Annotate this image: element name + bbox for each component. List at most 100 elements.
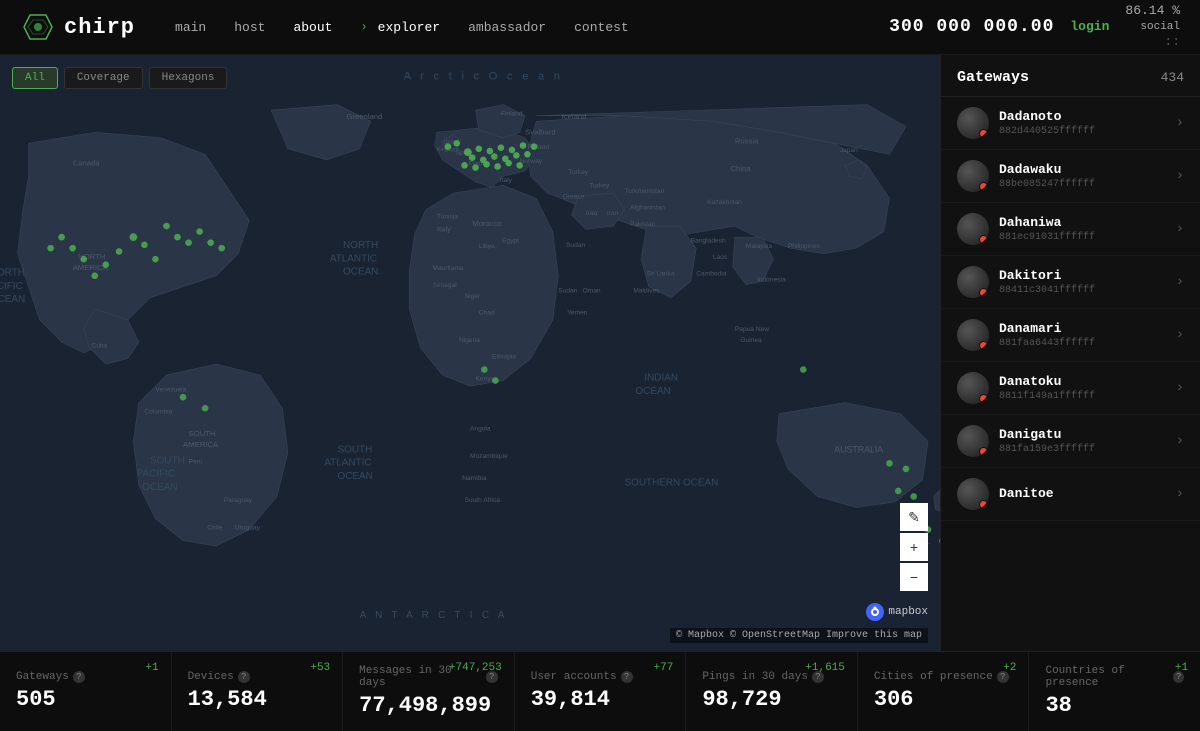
gateway-name: Dakitori	[999, 268, 1176, 283]
map-controls: All Coverage Hexagons	[12, 67, 227, 89]
svg-text:Japan: Japan	[840, 147, 858, 154]
gateway-id: 881ec91031ffffff	[999, 232, 1176, 243]
gateway-item[interactable]: Danamari 881faa6443ffffff ›	[941, 309, 1200, 362]
gateway-name: Danigatu	[999, 427, 1176, 442]
stat-value: 98,729	[702, 687, 841, 712]
svg-text:OCEAN: OCEAN	[142, 482, 177, 493]
nav-about[interactable]: about	[293, 20, 332, 35]
svg-text:Turkey: Turkey	[568, 169, 589, 176]
gateway-name: Dadawaku	[999, 162, 1176, 177]
svg-text:China: China	[730, 164, 751, 173]
gateway-item[interactable]: Danigatu 881fa159e3ffffff ›	[941, 415, 1200, 468]
stat-delta: +747,253	[449, 662, 502, 674]
gateway-name: Danamari	[999, 321, 1176, 336]
svg-text:Sudan: Sudan	[566, 242, 585, 249]
svg-text:Tunisia: Tunisia	[437, 213, 458, 220]
svg-text:OCEAN: OCEAN	[636, 386, 671, 397]
svg-text:SOUTHERN OCEAN: SOUTHERN OCEAN	[625, 477, 719, 488]
nav-host[interactable]: host	[234, 20, 265, 35]
gateway-arrow-icon: ›	[1176, 274, 1184, 290]
gateway-item[interactable]: Danatoku 8811f149a1ffffff ›	[941, 362, 1200, 415]
svg-text:Greece: Greece	[563, 193, 585, 200]
svg-text:ATLANTIC: ATLANTIC	[324, 458, 371, 469]
stat-info-icon[interactable]: ?	[73, 671, 85, 683]
gateway-item[interactable]: Dadanoto 882d440525ffffff ›	[941, 97, 1200, 150]
svg-text:Venezuela: Venezuela	[155, 387, 186, 394]
svg-text:Turkey: Turkey	[589, 182, 610, 189]
map-btn-coverage[interactable]: Coverage	[64, 67, 143, 89]
gateway-avatar	[957, 266, 989, 298]
svg-text:PACIFIC: PACIFIC	[137, 469, 175, 480]
svg-text:PACIFIC: PACIFIC	[0, 281, 23, 292]
svg-text:Angola: Angola	[470, 425, 491, 432]
nav-ambassador[interactable]: ambassador	[468, 20, 546, 35]
svg-text:Russia: Russia	[735, 136, 759, 145]
svg-text:Morocco: Morocco	[472, 219, 502, 228]
stat-value: 505	[16, 687, 155, 712]
svg-text:SOUTH: SOUTH	[189, 429, 216, 438]
gateway-info: Danitoe	[999, 486, 1176, 503]
gateway-name: Danitoe	[999, 486, 1176, 501]
gateway-item[interactable]: Danitoe ›	[941, 468, 1200, 521]
svg-text:Chad: Chad	[479, 309, 495, 316]
svg-text:Indonesia: Indonesia	[757, 276, 786, 283]
zoom-in-btn[interactable]: +	[900, 533, 928, 561]
nav-contest[interactable]: contest	[574, 20, 629, 35]
svg-text:INDIAN: INDIAN	[644, 373, 678, 384]
gateway-avatar	[957, 160, 989, 192]
stat-delta: +1	[1175, 662, 1188, 674]
svg-text:ATLANTIC: ATLANTIC	[330, 253, 377, 264]
svg-text:Yemen: Yemen	[567, 309, 588, 316]
stat-item: Gateways ? 505 +1	[0, 652, 172, 731]
gateway-item[interactable]: Dahaniwa 881ec91031ffffff ›	[941, 203, 1200, 256]
map-btn-all[interactable]: All	[12, 67, 58, 89]
map-section: All Coverage Hexagons	[0, 55, 940, 651]
draw-tool-btn[interactable]: ✎	[900, 503, 928, 531]
map-attribution[interactable]: © Mapbox © OpenStreetMap Improve this ma…	[670, 628, 928, 643]
logo[interactable]: chirp	[20, 9, 135, 45]
map-btn-hexagons[interactable]: Hexagons	[149, 67, 228, 89]
gateway-name: Dadanoto	[999, 109, 1176, 124]
svg-text:Iran: Iran	[607, 210, 619, 217]
gateway-info: Dadanoto 882d440525ffffff	[999, 109, 1176, 137]
svg-text:Svalbard: Svalbard	[525, 127, 555, 136]
stat-value: 13,584	[188, 687, 327, 712]
stat-label: Cities of presence ?	[874, 671, 1013, 683]
svg-text:A r c t i c O c e a n: A r c t i c O c e a n	[404, 70, 564, 82]
svg-text:Senegal: Senegal	[432, 282, 457, 289]
svg-text:Namibia: Namibia	[462, 475, 487, 482]
stat-item: Messages in 30 days ? 77,498,899 +747,25…	[343, 652, 515, 731]
gateway-info: Dahaniwa 881ec91031ffffff	[999, 215, 1176, 243]
nav-explorer[interactable]: explorer	[378, 20, 440, 35]
stat-item: Devices ? 13,584 +53	[172, 652, 344, 731]
stat-delta: +53	[310, 662, 330, 674]
gateway-id: 881fa159e3ffffff	[999, 444, 1176, 455]
svg-text:Mozambique: Mozambique	[470, 453, 508, 460]
header-right: 300 000 000.00 login 86.14 % social ::	[889, 3, 1180, 51]
svg-text:Nigeria: Nigeria	[459, 337, 480, 344]
svg-text:OCEAN: OCEAN	[343, 267, 378, 278]
gateway-name: Dahaniwa	[999, 215, 1176, 230]
gateway-id: 88411c3041ffffff	[999, 285, 1176, 296]
gateway-item[interactable]: Dakitori 88411c3041ffffff ›	[941, 256, 1200, 309]
stat-info-icon[interactable]: ?	[621, 671, 633, 683]
svg-text:AMERICA: AMERICA	[183, 440, 219, 449]
stat-info-icon[interactable]: ?	[238, 671, 250, 683]
nav-main[interactable]: main	[175, 20, 206, 35]
zoom-out-btn[interactable]: −	[900, 563, 928, 591]
nav-arrow-icon: ›	[360, 20, 367, 34]
gateway-id: 881faa6443ffffff	[999, 338, 1176, 349]
svg-text:Chile: Chile	[207, 525, 222, 532]
gateway-item[interactable]: Dadawaku 88be085247ffffff ›	[941, 150, 1200, 203]
gateway-avatar	[957, 425, 989, 457]
nav-login[interactable]: login	[1070, 19, 1109, 34]
logo-icon	[20, 9, 56, 45]
svg-text:NORTH: NORTH	[343, 240, 378, 251]
gateway-info: Dadawaku 88be085247ffffff	[999, 162, 1176, 190]
gateway-name: Danatoku	[999, 374, 1176, 389]
logo-text: chirp	[64, 15, 135, 40]
svg-text:Maldives: Maldives	[633, 287, 660, 294]
svg-text:Finland: Finland	[527, 144, 549, 151]
world-map: NORTH PACIFIC OCEAN NORTH ATLANTIC OCEAN…	[0, 55, 940, 651]
svg-text:Norway: Norway	[520, 158, 543, 165]
